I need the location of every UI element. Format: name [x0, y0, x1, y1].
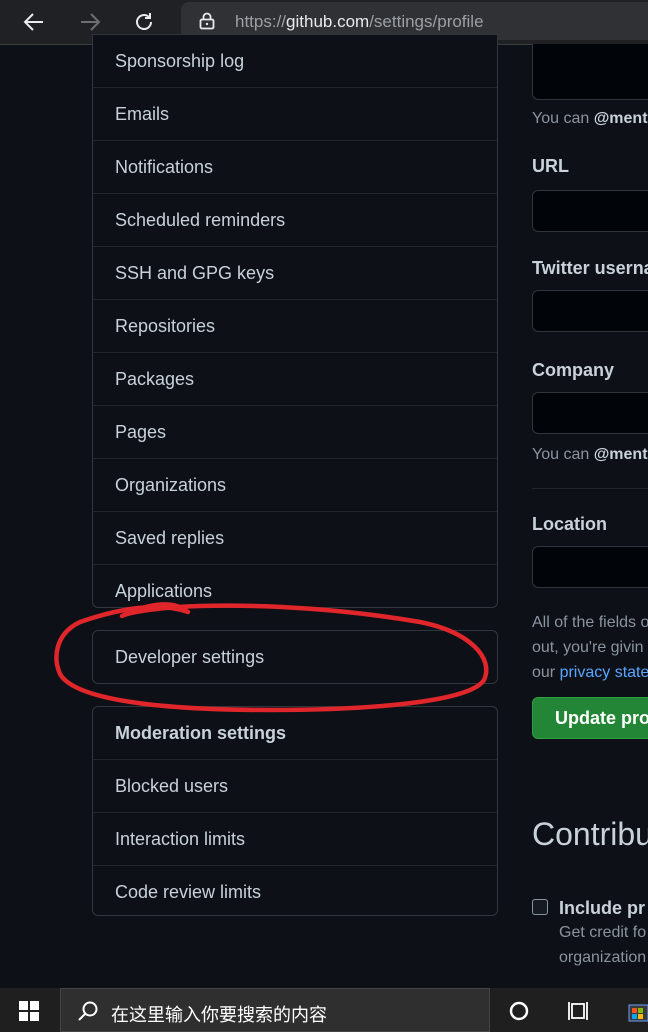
include-private-checkbox[interactable] — [532, 899, 548, 915]
credit-line-2: organization — [559, 949, 647, 966]
refresh-icon — [136, 13, 152, 30]
company-mention-hint: You can @ment — [532, 446, 648, 464]
menu-item-organizations[interactable]: Organizations — [93, 458, 497, 511]
credit-line-1: Get credit fo — [559, 924, 647, 941]
location-label: Location — [532, 514, 607, 534]
menu-item-repositories[interactable]: Repositories — [93, 299, 497, 352]
location-input[interactable] — [532, 546, 648, 588]
taskbar-search-box[interactable]: 在这里输入你要搜索的内容 — [60, 988, 490, 1032]
company-input[interactable] — [532, 392, 648, 434]
mention-hint-text: You can — [532, 110, 594, 127]
task-view-icon[interactable] — [568, 1000, 592, 1022]
profile-form: You can @ment URL Twitter userna Company… — [532, 44, 648, 988]
arrow-right-icon — [81, 13, 101, 31]
form-divider — [532, 488, 648, 489]
menu-item-blocked-users[interactable]: Blocked users — [93, 759, 497, 812]
menu-item-interaction-limits[interactable]: Interaction limits — [93, 812, 497, 865]
menu-item-notifications[interactable]: Notifications — [93, 140, 497, 193]
taskbar-search-placeholder: 在这里输入你要搜索的内容 — [111, 1005, 327, 1025]
lock-icon — [199, 12, 215, 30]
privacy-line-1: All of the fields o — [532, 614, 648, 631]
menu-item-scheduled-reminders[interactable]: Scheduled reminders — [93, 193, 497, 246]
url-input[interactable] — [532, 190, 648, 232]
windows-start-icon[interactable] — [19, 1001, 39, 1021]
arrow-left-icon — [23, 13, 43, 31]
company-hint-bold: @ment — [593, 446, 648, 463]
privacy-prefix: our — [532, 664, 560, 681]
include-private-label: Include pr — [559, 898, 646, 918]
bio-mention-hint: You can @ment — [532, 110, 648, 128]
taskbar: 在这里输入你要搜索的内容 — [0, 988, 648, 1032]
settings-menu: Sponsorship log Emails Notifications Sch… — [92, 34, 498, 608]
contributions-heading: Contribu — [532, 816, 648, 852]
twitter-label: Twitter userna — [532, 258, 648, 278]
menu-item-emails[interactable]: Emails — [93, 87, 497, 140]
store-icon[interactable] — [628, 1000, 648, 1022]
menu-item-code-review-limits[interactable]: Code review limits — [93, 865, 497, 918]
menu-item-ssh-gpg-keys[interactable]: SSH and GPG keys — [93, 246, 497, 299]
menu-item-saved-replies[interactable]: Saved replies — [93, 511, 497, 564]
twitter-input[interactable] — [532, 290, 648, 332]
url-scheme: https:// — [235, 12, 287, 31]
menu-item-sponsorship-log[interactable]: Sponsorship log — [93, 35, 497, 87]
bio-textarea[interactable] — [532, 44, 648, 100]
privacy-line-3: our privacy state — [532, 664, 648, 682]
update-profile-button[interactable]: Update pro — [532, 697, 648, 739]
privacy-line-2: out, you're givin — [532, 639, 644, 656]
company-label: Company — [532, 360, 615, 380]
menu-item-packages[interactable]: Packages — [93, 352, 497, 405]
url-path: /settings/profile — [369, 12, 484, 31]
url-text: https://github.com/settings/profile — [235, 12, 484, 32]
url-label: URL — [532, 156, 569, 176]
back-button[interactable] — [18, 6, 50, 38]
url-host: github.com — [286, 12, 370, 31]
search-icon — [78, 1001, 98, 1021]
moderation-settings-menu: Moderation settings Blocked users Intera… — [92, 706, 498, 916]
annotation-circle — [54, 602, 489, 713]
mention-hint-bold: @ment — [593, 110, 648, 127]
company-hint-text: You can — [532, 446, 594, 463]
menu-item-pages[interactable]: Pages — [93, 405, 497, 458]
privacy-statement-link[interactable]: privacy state — [560, 664, 648, 681]
cortana-icon[interactable] — [508, 1000, 530, 1022]
